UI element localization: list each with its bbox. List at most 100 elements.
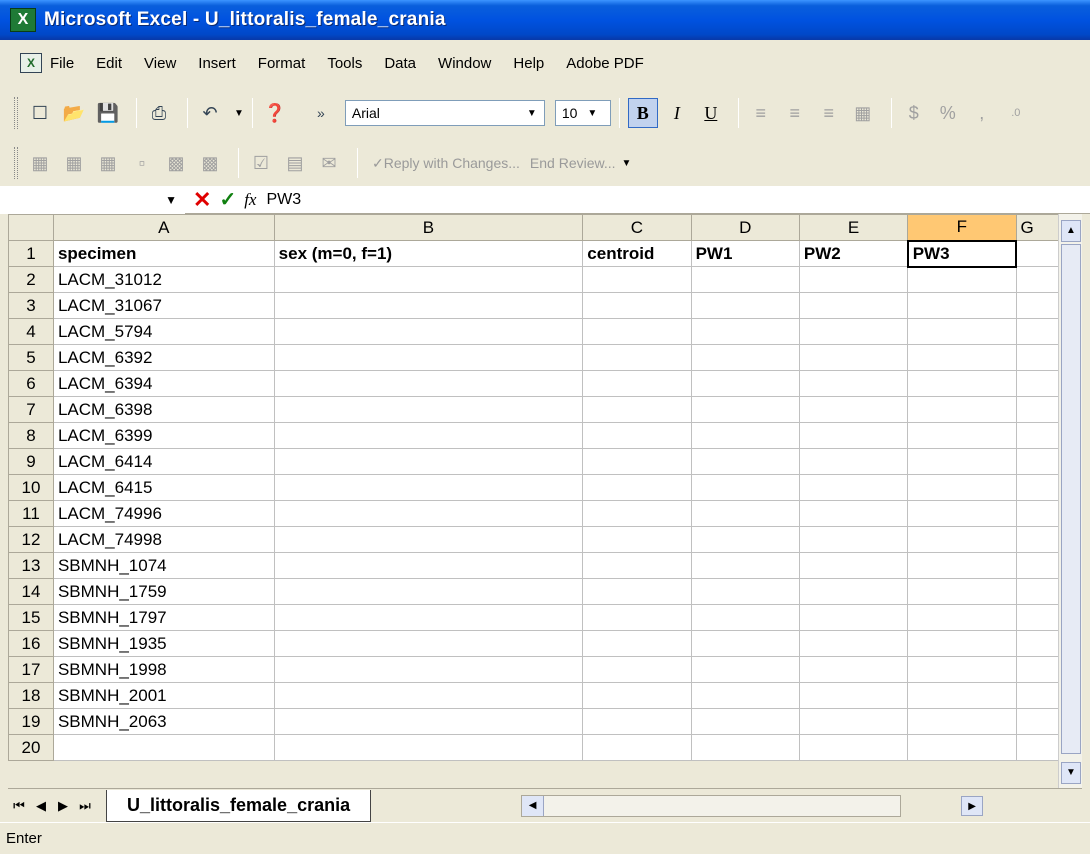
grid-cell[interactable] <box>273 422 584 449</box>
grid-cell[interactable] <box>273 474 584 501</box>
cancel-entry-icon[interactable]: ✕ <box>193 187 211 213</box>
grid-cell[interactable]: SBMNH_2001 <box>52 682 275 709</box>
grid-cell[interactable]: LACM_6415 <box>52 474 275 501</box>
column-header-f[interactable]: F <box>907 214 1017 241</box>
scroll-left-icon[interactable]: ◀ <box>522 795 545 816</box>
grid-cell[interactable]: SBMNH_1998 <box>52 656 275 683</box>
grid-cell[interactable] <box>798 500 909 527</box>
next-comment-icon[interactable]: ▦ <box>94 149 122 177</box>
grid-cell[interactable] <box>690 396 800 423</box>
row-header[interactable]: 19 <box>8 708 54 735</box>
scroll-up-icon[interactable]: ▲ <box>1061 220 1081 242</box>
grid-cell[interactable] <box>798 552 909 579</box>
grid-cell[interactable] <box>907 474 1017 501</box>
new-document-icon[interactable]: ☐ <box>26 99 54 127</box>
grid-cell[interactable] <box>798 734 909 761</box>
grid-cell[interactable] <box>690 578 800 605</box>
grid-cell[interactable] <box>273 526 584 553</box>
grid-cell[interactable] <box>690 630 800 657</box>
grid-cell[interactable] <box>582 292 692 319</box>
grid-cell[interactable] <box>690 734 800 761</box>
italic-button[interactable]: I <box>662 98 692 128</box>
menu-help[interactable]: Help <box>513 55 544 72</box>
align-right-icon[interactable]: ≡ <box>815 99 843 127</box>
grid-cell[interactable]: LACM_74996 <box>52 500 275 527</box>
row-header[interactable]: 17 <box>8 656 54 683</box>
menu-format[interactable]: Format <box>258 55 306 72</box>
horizontal-scrollbar[interactable]: ◀ <box>521 794 902 817</box>
reply-with-changes-button[interactable]: ✓​Reply with Changes... <box>372 155 520 172</box>
grid-cell[interactable] <box>582 578 692 605</box>
grid-cell[interactable]: SBMNH_1797 <box>52 604 275 631</box>
grid-cell[interactable]: LACM_31067 <box>52 292 275 319</box>
undo-icon[interactable]: ↶ <box>196 99 224 127</box>
grid-cell[interactable] <box>907 396 1017 423</box>
row-header[interactable]: 5 <box>8 344 54 371</box>
next-sheet-icon[interactable]: ▶ <box>52 798 74 814</box>
grid-cell[interactable] <box>690 370 800 397</box>
grid-cell[interactable] <box>273 682 584 709</box>
grid-cell[interactable] <box>798 708 909 735</box>
menu-edit[interactable]: Edit <box>96 55 122 72</box>
grid-cell[interactable] <box>690 292 800 319</box>
help-icon[interactable]: ❓ <box>261 99 289 127</box>
grid-cell[interactable] <box>582 682 692 709</box>
grid-cell[interactable] <box>907 422 1017 449</box>
grid-cell[interactable] <box>907 318 1017 345</box>
grid-cell[interactable]: LACM_5794 <box>52 318 275 345</box>
grid-cell[interactable] <box>273 396 584 423</box>
row-header[interactable]: 6 <box>8 370 54 397</box>
row-header[interactable]: 16 <box>8 630 54 657</box>
row-header[interactable]: 14 <box>8 578 54 605</box>
grid-cell[interactable] <box>273 708 584 735</box>
grid-cell[interactable]: specimen <box>52 240 275 267</box>
grid-cell[interactable] <box>798 604 909 631</box>
grid-cell[interactable] <box>690 526 800 553</box>
grid-cell[interactable] <box>907 500 1017 527</box>
grid-cell[interactable] <box>798 266 909 293</box>
grid-cell[interactable]: SBMNH_1759 <box>52 578 275 605</box>
toolbar-grip[interactable] <box>14 147 18 179</box>
row-header[interactable]: 11 <box>8 500 54 527</box>
row-header[interactable]: 4 <box>8 318 54 345</box>
grid-cell[interactable]: PW2 <box>798 240 909 267</box>
grid-cell[interactable]: LACM_6394 <box>52 370 275 397</box>
column-header-d[interactable]: D <box>690 214 800 241</box>
create-task-icon[interactable]: ☑ <box>247 149 275 177</box>
percent-button[interactable]: % <box>934 99 962 127</box>
grid-cell[interactable] <box>690 344 800 371</box>
font-name-dropdown-icon[interactable]: ▼ <box>527 108 537 119</box>
bold-button[interactable]: B <box>627 98 658 128</box>
update-file-icon[interactable]: ▤ <box>281 149 309 177</box>
row-header[interactable]: 20 <box>8 734 54 761</box>
vertical-scroll-thumb[interactable] <box>1061 244 1081 754</box>
grid-cell[interactable] <box>582 526 692 553</box>
sheet-tab-active[interactable]: U_littoralis_female_crania <box>106 789 372 822</box>
workbook-icon[interactable]: X <box>20 53 42 73</box>
grid-cell[interactable] <box>798 682 909 709</box>
send-to-mail-icon[interactable]: ✉ <box>315 149 343 177</box>
grid-cell[interactable] <box>582 552 692 579</box>
font-name-select[interactable]: Arial <box>344 100 545 126</box>
row-header[interactable]: 10 <box>8 474 54 501</box>
formula-input[interactable]: PW3 <box>266 191 301 209</box>
grid-cell[interactable] <box>798 656 909 683</box>
menu-file[interactable]: File <box>50 55 74 72</box>
toolbar-grip[interactable] <box>14 97 18 129</box>
grid-cell[interactable] <box>582 266 692 293</box>
grid-cell[interactable] <box>798 344 909 371</box>
insert-function-icon[interactable]: fx <box>244 190 256 210</box>
grid-cell[interactable] <box>798 422 909 449</box>
grid-cell[interactable]: SBMNH_1074 <box>52 552 275 579</box>
vertical-scrollbar[interactable]: ▲ ▼ <box>1058 214 1082 788</box>
grid-cell[interactable] <box>907 552 1017 579</box>
grid-cell[interactable] <box>690 500 800 527</box>
grid-cell[interactable]: LACM_6414 <box>52 448 275 475</box>
grid-cell[interactable] <box>273 448 584 475</box>
grid-cell[interactable] <box>273 734 584 761</box>
grid-cell[interactable] <box>798 526 909 553</box>
grid-cell[interactable] <box>798 630 909 657</box>
grid-cell[interactable] <box>798 292 909 319</box>
menu-tools[interactable]: Tools <box>327 55 362 72</box>
column-header-a[interactable]: A <box>52 214 275 241</box>
